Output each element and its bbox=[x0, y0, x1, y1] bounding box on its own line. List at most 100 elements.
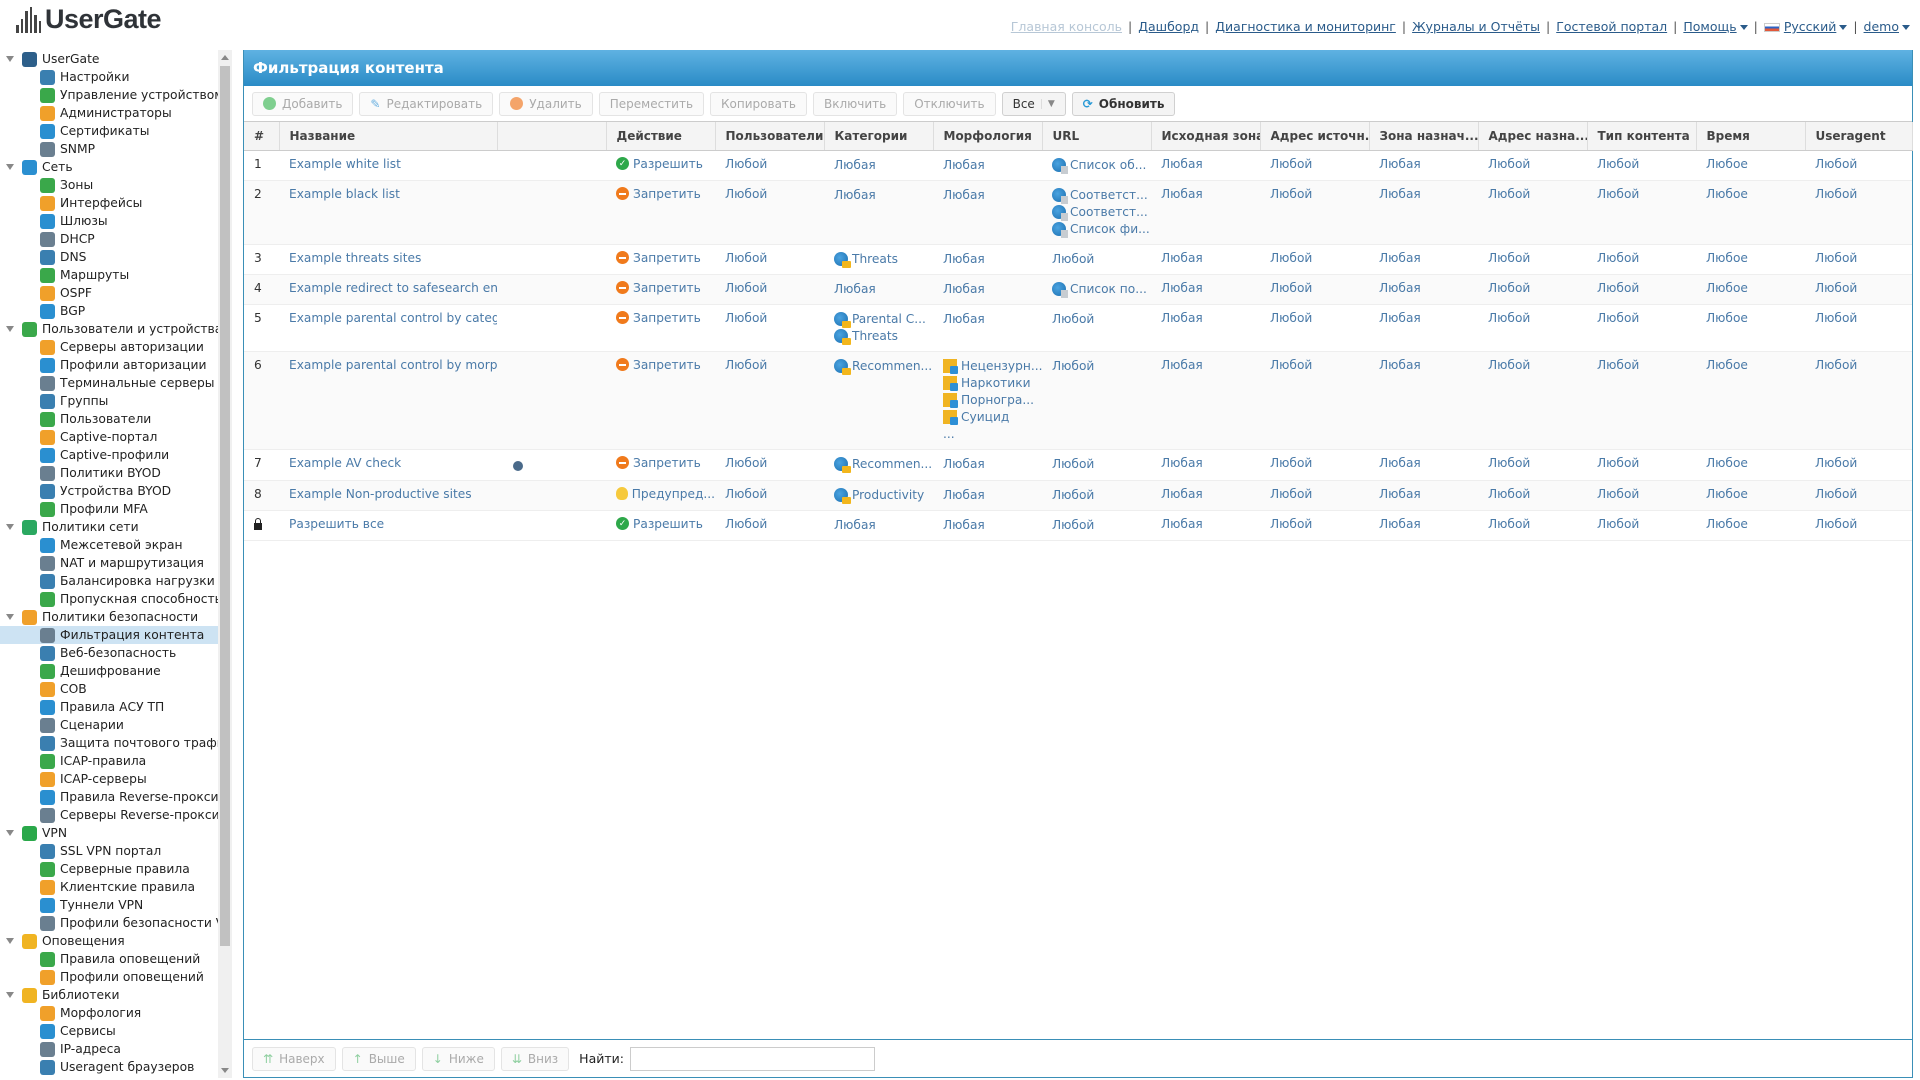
sidebar-item[interactable]: Сертификаты bbox=[0, 122, 218, 140]
sidebar-item[interactable]: Туннели VPN bbox=[0, 896, 218, 914]
category-value[interactable]: Любая bbox=[834, 157, 933, 174]
sidebar-item[interactable]: SNMP bbox=[0, 140, 218, 158]
sidebar-item[interactable]: Серверные правила bbox=[0, 860, 218, 878]
url-value[interactable]: Соответст... bbox=[1052, 187, 1151, 204]
rule-useragent[interactable]: Любой bbox=[1805, 449, 1912, 481]
rule-action[interactable]: Предупред... bbox=[606, 480, 715, 511]
nav-link-1[interactable]: Дашборд bbox=[1138, 19, 1199, 34]
table-row[interactable]: 3 Example threats sites Запретить Любой Thre… bbox=[244, 244, 1912, 275]
sidebar-item[interactable]: Правила АСУ ТП bbox=[0, 698, 218, 716]
rule-content-type[interactable]: Любой bbox=[1587, 180, 1696, 245]
rule-destination-zone[interactable]: Любая bbox=[1369, 274, 1478, 305]
rule-name[interactable]: Example Non-productive sites bbox=[279, 480, 497, 511]
rule-users[interactable]: Любой bbox=[715, 449, 824, 481]
column-header[interactable]: Исходная зона bbox=[1151, 122, 1261, 151]
rule-destination-address[interactable]: Любой bbox=[1478, 480, 1587, 511]
rule-action[interactable]: Запретить bbox=[606, 274, 715, 305]
table-row[interactable]: Разрешить все ✓ Разрешить Любой Любая Любая Лю… bbox=[244, 510, 1912, 541]
sidebar-item[interactable]: Устройства BYOD bbox=[0, 482, 218, 500]
column-header[interactable] bbox=[497, 122, 607, 151]
rule-source-address[interactable]: Любой bbox=[1260, 480, 1369, 511]
sidebar-item[interactable]: Useragent браузеров bbox=[0, 1058, 218, 1076]
sidebar-group-3[interactable]: Политики сети bbox=[0, 518, 218, 536]
sidebar-item[interactable]: Captive-портал bbox=[0, 428, 218, 446]
rule-users[interactable]: Любой bbox=[715, 480, 824, 511]
rule-users[interactable]: Любой bbox=[715, 244, 824, 275]
sidebar-item[interactable]: Маршруты bbox=[0, 266, 218, 284]
sidebar-item[interactable]: Зоны bbox=[0, 176, 218, 194]
sidebar-item[interactable]: Управление устройством bbox=[0, 86, 218, 104]
table-row[interactable]: 4 Example redirect to safesearch eng... За… bbox=[244, 274, 1912, 305]
url-value[interactable]: Список по... bbox=[1052, 281, 1151, 298]
sidebar-item[interactable]: Терминальные серверы bbox=[0, 374, 218, 392]
rule-destination-zone[interactable]: Любая bbox=[1369, 180, 1478, 245]
morphology-value[interactable]: Суицид bbox=[943, 409, 1042, 426]
rule-content-type[interactable]: Любой bbox=[1587, 150, 1696, 181]
sidebar-item[interactable]: SSL VPN портал bbox=[0, 842, 218, 860]
sidebar-item[interactable]: Правила оповещений bbox=[0, 950, 218, 968]
rule-users[interactable]: Любой bbox=[715, 150, 824, 181]
sidebar-item[interactable]: Сервисы bbox=[0, 1022, 218, 1040]
rule-useragent[interactable]: Любой bbox=[1805, 510, 1912, 541]
sidebar-item[interactable]: Профили безопасности VPN bbox=[0, 914, 218, 932]
table-row[interactable]: 8 Example Non-productive sites Предупред..… bbox=[244, 480, 1912, 511]
sidebar-item[interactable]: BGP bbox=[0, 302, 218, 320]
rule-destination-address[interactable]: Любой bbox=[1478, 304, 1587, 352]
expand-triangle-icon[interactable] bbox=[6, 524, 14, 530]
url-value[interactable]: Список об... bbox=[1052, 157, 1151, 174]
column-header[interactable]: Адрес назна... bbox=[1478, 122, 1588, 151]
rule-content-type[interactable]: Любой bbox=[1587, 480, 1696, 511]
column-header[interactable]: Категории bbox=[824, 122, 934, 151]
rule-destination-zone[interactable]: Любая bbox=[1369, 304, 1478, 352]
rule-content-type[interactable]: Любой bbox=[1587, 304, 1696, 352]
table-row[interactable]: 2 Example black list Запретить Любой Любая Лю… bbox=[244, 180, 1912, 245]
sidebar-item[interactable]: Защита почтового трафика bbox=[0, 734, 218, 752]
nav-link-6[interactable]: Русский bbox=[1763, 19, 1848, 34]
rule-source-zone[interactable]: Любая bbox=[1151, 480, 1260, 511]
morphology-value[interactable]: Порногра... bbox=[943, 392, 1042, 409]
sidebar-item[interactable]: Интерфейсы bbox=[0, 194, 218, 212]
search-input[interactable] bbox=[629, 1046, 875, 1071]
copy-button[interactable]: Копировать bbox=[710, 91, 807, 116]
sidebar-item[interactable]: DNS bbox=[0, 248, 218, 266]
rule-source-zone[interactable]: Любая bbox=[1151, 449, 1260, 481]
sidebar-item[interactable]: Клиентские правила bbox=[0, 878, 218, 896]
url-value[interactable]: Список фи... bbox=[1052, 221, 1151, 238]
sidebar-group-0[interactable]: UserGate bbox=[0, 50, 218, 68]
nav-link-0[interactable]: Главная консоль bbox=[1011, 19, 1122, 34]
morphology-value[interactable]: Любая bbox=[943, 281, 1042, 298]
filter-dropdown[interactable]: Все ▼ bbox=[1001, 91, 1066, 116]
rule-users[interactable]: Любой bbox=[715, 510, 824, 541]
sidebar-item[interactable]: Дешифрование bbox=[0, 662, 218, 680]
rule-users[interactable]: Любой bbox=[715, 304, 824, 352]
sidebar-item[interactable]: OSPF bbox=[0, 284, 218, 302]
url-value[interactable]: Любой bbox=[1052, 487, 1151, 504]
table-row[interactable]: 5 Example parental control by catego... За… bbox=[244, 304, 1912, 352]
rule-destination-zone[interactable]: Любая bbox=[1369, 510, 1478, 541]
nav-link-3[interactable]: Журналы и Отчёты bbox=[1412, 19, 1540, 34]
rule-action[interactable]: Запретить bbox=[606, 449, 715, 481]
edit-button[interactable]: ✎ Редактировать bbox=[359, 91, 494, 116]
rule-source-address[interactable]: Любой bbox=[1260, 244, 1369, 275]
rule-action[interactable]: Запретить bbox=[606, 304, 715, 352]
sidebar-item[interactable]: Балансировка нагрузки bbox=[0, 572, 218, 590]
move-down-button[interactable]: ↓ Ниже bbox=[421, 1046, 495, 1071]
sidebar-item[interactable]: Настройки bbox=[0, 68, 218, 86]
rule-source-address[interactable]: Любой bbox=[1260, 180, 1369, 245]
expand-triangle-icon[interactable] bbox=[6, 326, 14, 332]
category-value[interactable]: Parental C... bbox=[834, 311, 933, 328]
rule-source-address[interactable]: Любой bbox=[1260, 449, 1369, 481]
rule-name[interactable]: Example AV check bbox=[279, 449, 497, 481]
column-header[interactable]: Зона назнач... bbox=[1369, 122, 1479, 151]
expand-triangle-icon[interactable] bbox=[6, 992, 14, 998]
sidebar-item[interactable]: Серверы Reverse-прокси bbox=[0, 806, 218, 824]
rule-useragent[interactable]: Любой bbox=[1805, 351, 1912, 450]
rule-useragent[interactable]: Любой bbox=[1805, 150, 1912, 181]
nav-link-7[interactable]: demo bbox=[1864, 19, 1910, 34]
scroll-down-arrow-icon[interactable] bbox=[221, 1068, 229, 1073]
morphology-value[interactable]: Наркотики bbox=[943, 375, 1042, 392]
sidebar-group-4[interactable]: Политики безопасности bbox=[0, 608, 218, 626]
rule-name[interactable]: Example black list bbox=[279, 180, 497, 245]
rule-content-type[interactable]: Любой bbox=[1587, 351, 1696, 450]
rule-action[interactable]: Запретить bbox=[606, 351, 715, 450]
